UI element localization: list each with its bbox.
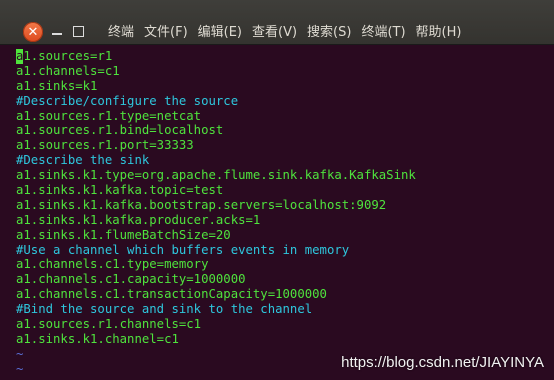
menu-item-search[interactable]: 搜索(S)	[302, 24, 356, 42]
terminal-line: a1.sources.r1.port=33333	[16, 138, 194, 153]
terminal-line: a1.sources.r1.bind=localhost	[16, 123, 224, 138]
comment-line: #Describe/configure the source	[16, 93, 239, 108]
terminal-line: a1.sinks.k1.kafka.bootstrap.servers=loca…	[16, 197, 387, 212]
terminal-line-text: 1.sources=r1	[23, 49, 113, 63]
terminal-line: a1.sinks=k1	[16, 78, 98, 93]
menu-item-help[interactable]: 帮助(H)	[411, 24, 467, 42]
terminal-line: a1.sinks.k1.type=org.apache.flume.sink.k…	[16, 168, 416, 183]
minimize-icon[interactable]	[48, 22, 66, 40]
menu-item-edit[interactable]: 编辑(E)	[193, 24, 247, 42]
menu-item-terminal[interactable]: 终端(T)	[356, 24, 410, 42]
comment-line: #Use a channel which buffers events in m…	[16, 242, 350, 257]
menu-item-file[interactable]: 文件(F)	[139, 24, 193, 42]
terminal-line: a1.sinks.k1.kafka.producer.acks=1	[16, 212, 261, 227]
terminal-line: a1.channels.c1.transactionCapacity=10000…	[16, 287, 327, 302]
terminal-line: a1.sinks.k1.kafka.topic=test	[16, 183, 224, 198]
terminal-line: a1.sinks.k1.flumeBatchSize=20	[16, 227, 231, 242]
menu-item-app[interactable]: 终端	[103, 24, 139, 42]
comment-line: #Bind the source and sink to the channel	[16, 302, 313, 317]
terminal-line: a1.channels.c1.capacity=1000000	[16, 272, 246, 287]
terminal-line: a1.sinks.k1.channel=c1	[16, 331, 179, 346]
watermark: https://blog.csdn.net/JIAYINYA	[341, 354, 544, 371]
terminal-line: a1.channels=c1	[16, 63, 120, 78]
terminal-line: a1.channels.c1.type=memory	[16, 257, 209, 272]
comment-line: #Describe the sink	[16, 153, 150, 168]
menu-bar: 终端 文件(F) 编辑(E) 查看(V) 搜索(S) 终端(T) 帮助(H)	[103, 24, 466, 42]
terminal-line: a1.sources.r1.channels=c1	[16, 317, 202, 332]
terminal-window: ✕ 终端 文件(F) 编辑(E) 查看(V) 搜索(S) 终端(T) 帮助(H)…	[0, 0, 554, 380]
menu-item-view[interactable]: 查看(V)	[247, 24, 302, 42]
close-icon[interactable]: ✕	[23, 22, 43, 42]
maximize-icon[interactable]	[69, 22, 87, 40]
terminal-line: a1.sources=r1	[16, 49, 554, 64]
terminal-content[interactable]: a1.sources=r1 a1.channels=c1 a1.sinks=k1 #…	[0, 45, 554, 380]
terminal-line: a1.sources.r1.type=netcat	[16, 108, 202, 123]
title-bar: ✕ 终端 文件(F) 编辑(E) 查看(V) 搜索(S) 终端(T) 帮助(H)	[0, 0, 554, 45]
